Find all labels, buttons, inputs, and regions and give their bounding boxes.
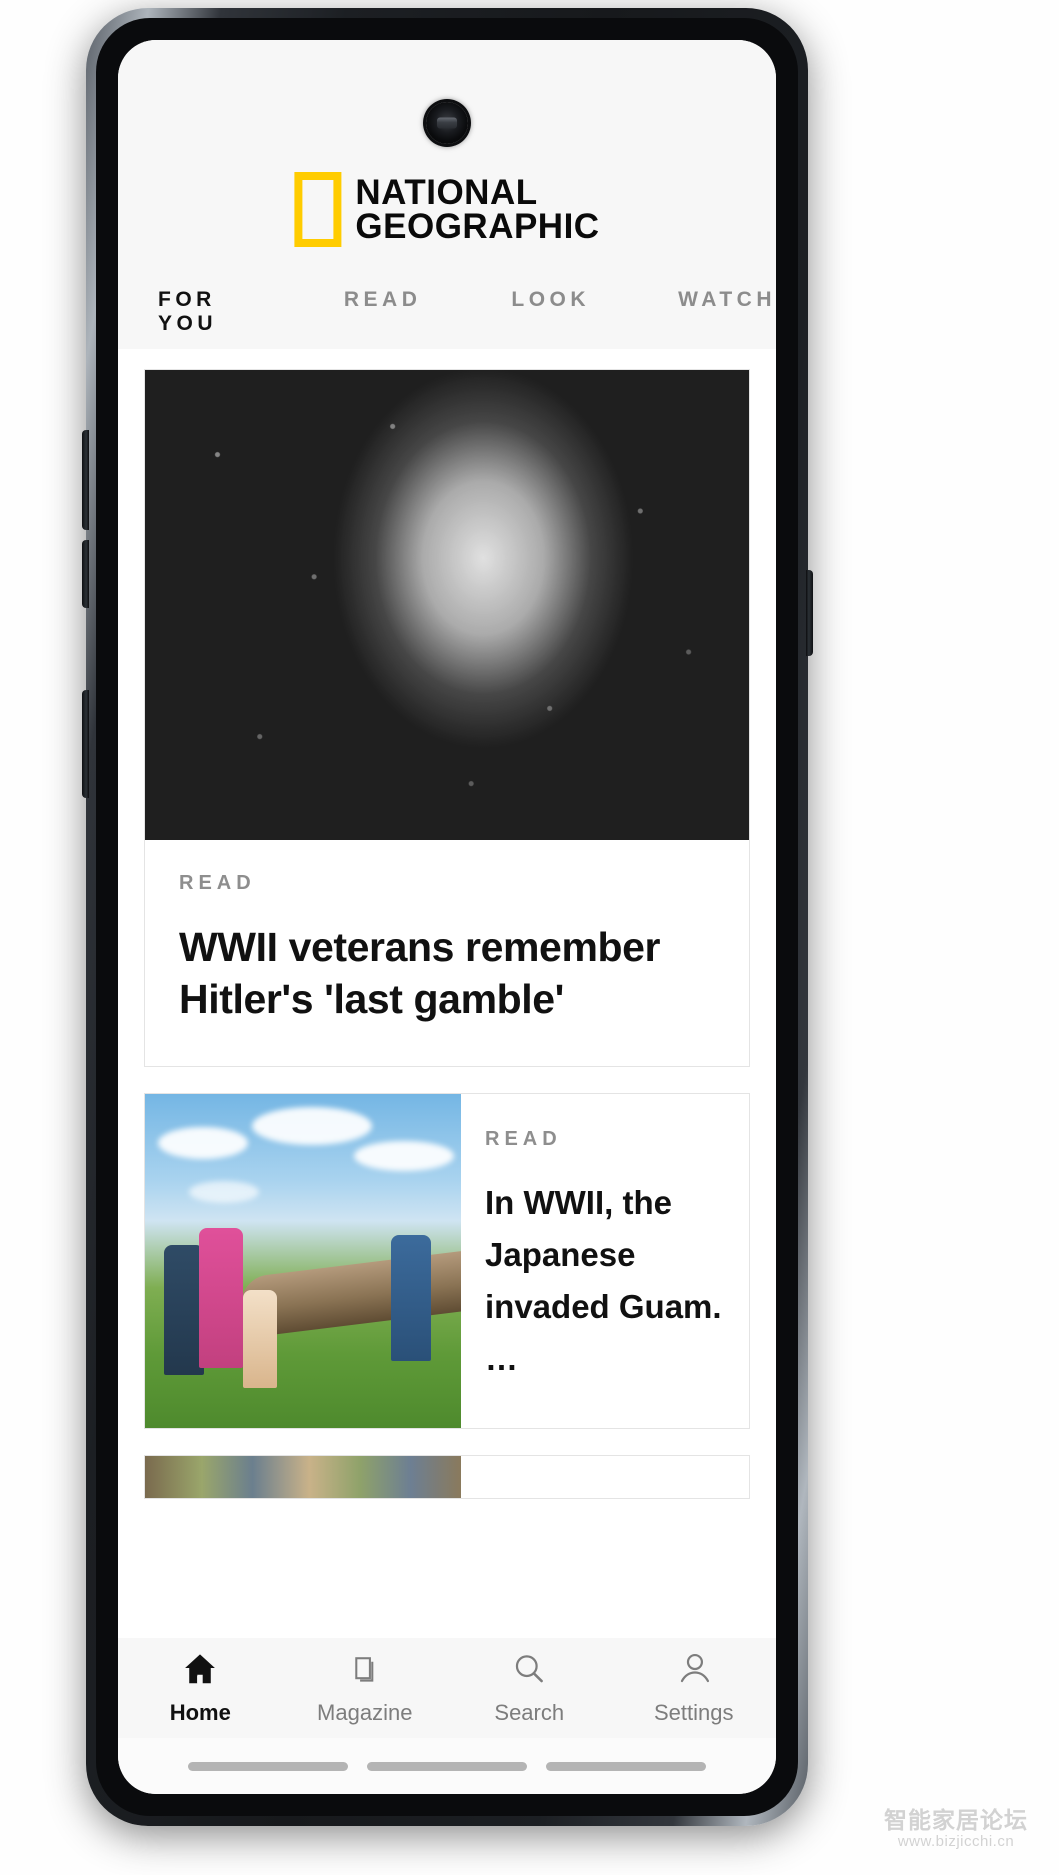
nat-geo-yellow-border-icon — [294, 172, 342, 247]
watermark-line-1: 智能家居论坛 — [884, 1807, 1028, 1833]
screenshot-root: NATIONAL GEOGRAPHIC FOR YOU READ LOOK WA… — [0, 0, 1059, 1875]
article-card-hero[interactable]: READ WWII veterans remember Hitler's 'la… — [144, 369, 750, 1067]
app-header: NATIONAL GEOGRAPHIC — [118, 40, 776, 275]
nav-item-magazine-label: Magazine — [317, 1700, 413, 1725]
person-icon — [680, 1653, 709, 1683]
app-logo: NATIONAL GEOGRAPHIC — [294, 172, 599, 247]
tab-watch[interactable]: WATCH — [678, 275, 776, 312]
nav-item-settings[interactable]: Settings — [612, 1650, 777, 1726]
article-hero-image — [145, 370, 749, 840]
tab-look-label: LOOK — [511, 288, 591, 311]
article-card-partial[interactable] — [144, 1454, 750, 1499]
hardware-button-right[interactable] — [806, 570, 813, 656]
tab-for-you[interactable]: FOR YOU — [158, 275, 246, 359]
nav-item-home-label: Home — [169, 1700, 231, 1725]
system-nav-back-pill[interactable] — [187, 1761, 348, 1771]
front-camera-icon — [426, 102, 468, 144]
home-icon — [185, 1654, 216, 1684]
magazine-icon — [355, 1657, 374, 1682]
category-tab-bar: FOR YOU READ LOOK WATCH — [118, 275, 776, 359]
search-icon — [516, 1655, 544, 1683]
article-kicker: READ — [485, 1127, 562, 1150]
tab-look[interactable]: LOOK — [511, 275, 590, 312]
hardware-button-volume-up[interactable] — [82, 430, 89, 530]
article-card-secondary[interactable]: READ In WWII, the Japanese invaded Guam.… — [144, 1092, 750, 1429]
article-headline: In WWII, the Japanese invaded Guam. … — [485, 1183, 722, 1378]
tab-for-you-label: FOR YOU — [158, 288, 218, 335]
tab-read[interactable]: READ — [344, 275, 422, 312]
image-watermark: 智能家居论坛 www.bizjicchi.cn — [861, 1807, 1051, 1869]
logo-line-2: GEOGRAPHIC — [355, 206, 600, 246]
system-nav-recents-pill[interactable] — [546, 1761, 707, 1771]
article-thumbnail-image — [145, 1455, 461, 1498]
article-kicker: READ — [179, 872, 256, 894]
article-feed[interactable]: READ WWII veterans remember Hitler's 'la… — [118, 349, 776, 1638]
nav-item-home[interactable]: Home — [118, 1650, 283, 1726]
tab-watch-label: WATCH — [678, 288, 776, 311]
article-headline: WWII veterans remember Hitler's 'last ga… — [179, 924, 661, 1023]
nav-item-settings-label: Settings — [654, 1700, 734, 1725]
logo-line-1: NATIONAL — [355, 172, 538, 212]
android-system-navigation-bar — [118, 1738, 776, 1794]
article-thumbnail-image — [145, 1093, 461, 1428]
hardware-button-volume-down[interactable] — [82, 540, 89, 608]
nav-item-search-label: Search — [494, 1700, 565, 1725]
phone-screen: NATIONAL GEOGRAPHIC FOR YOU READ LOOK WA… — [118, 40, 776, 1794]
hardware-button-power[interactable] — [82, 690, 89, 798]
system-nav-home-pill[interactable] — [366, 1761, 527, 1771]
tab-read-label: READ — [343, 288, 422, 311]
nav-item-search[interactable]: Search — [447, 1650, 612, 1726]
app-logo-text: NATIONAL GEOGRAPHIC — [355, 172, 600, 246]
bottom-navigation-bar: Home Magazine Search Settings — [118, 1638, 776, 1738]
phone-frame: NATIONAL GEOGRAPHIC FOR YOU READ LOOK WA… — [86, 8, 808, 1826]
watermark-line-2: www.bizjicchi.cn — [897, 1833, 1015, 1851]
phone-bezel: NATIONAL GEOGRAPHIC FOR YOU READ LOOK WA… — [96, 18, 798, 1816]
nav-item-magazine[interactable]: Magazine — [283, 1650, 448, 1726]
